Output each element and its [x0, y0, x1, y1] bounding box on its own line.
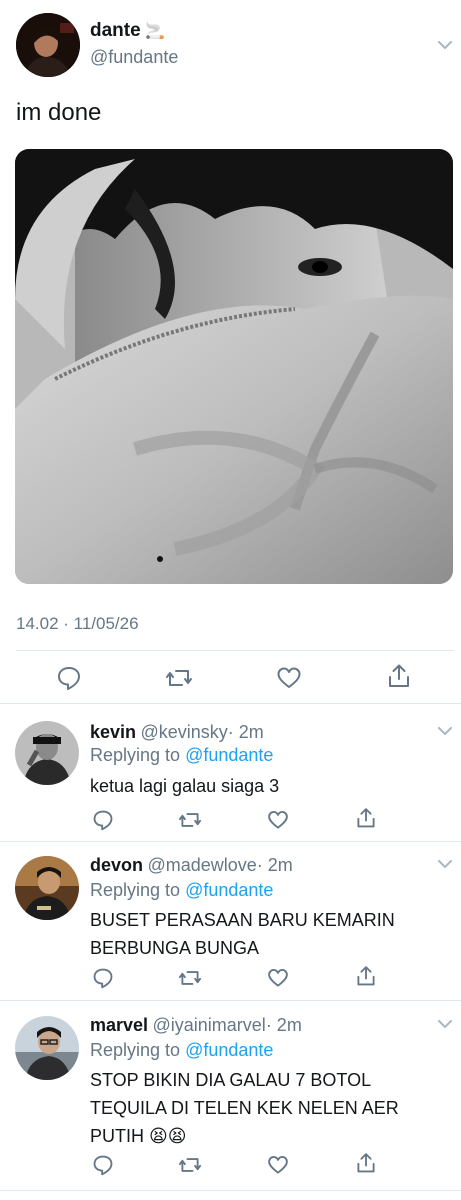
replying-to: Replying to @fundante	[90, 745, 273, 766]
share-icon[interactable]	[355, 965, 377, 987]
retweet-icon[interactable]	[178, 967, 202, 989]
author-handle[interactable]: @fundante	[90, 47, 178, 68]
reply-text-line: STOP BIKIN DIA GALAU 7 BOTOL	[90, 1070, 372, 1090]
replying-to: Replying to @fundante	[90, 1040, 273, 1061]
divider	[0, 703, 461, 704]
reply-author-handle[interactable]: @iyainimarvel	[153, 1015, 266, 1035]
heart-icon[interactable]	[267, 809, 289, 831]
reply-icon[interactable]	[92, 1154, 114, 1176]
reply-author-handle[interactable]: @madewlove	[147, 855, 256, 875]
reply-author-name[interactable]: marvel	[90, 1015, 148, 1035]
author-name-row[interactable]: dante 🚬	[90, 20, 165, 42]
author-avatar[interactable]	[16, 13, 80, 77]
reply-text-line: BUSET PERASAAN BARU KEMARIN	[90, 910, 395, 930]
reply-header: kevin @kevinsky· 2m	[90, 722, 264, 743]
chevron-down-icon[interactable]	[438, 41, 452, 51]
divider	[0, 841, 461, 842]
divider	[0, 1190, 461, 1191]
reply-age: · 2m	[227, 722, 264, 742]
reply-author-name[interactable]: kevin	[90, 722, 136, 742]
reply-author-handle[interactable]: @kevinsky	[140, 722, 227, 742]
avatar[interactable]	[15, 721, 79, 785]
divider	[16, 650, 454, 651]
reply-text-line: ketua lagi galau siaga 3	[90, 776, 280, 796]
retweet-icon[interactable]	[178, 809, 202, 831]
replying-prefix: Replying to	[90, 1040, 186, 1060]
tweet-photo[interactable]	[15, 149, 453, 584]
chevron-down-icon[interactable]	[438, 727, 452, 737]
author-name[interactable]: dante	[90, 20, 141, 41]
share-icon[interactable]	[355, 807, 377, 829]
reply-age: · 2m	[265, 1015, 302, 1035]
reply-text: STOP BIKIN DIA GALAU 7 BOTOL TEQUILA DI …	[90, 1066, 399, 1150]
avatar[interactable]	[15, 1016, 79, 1080]
tweet-timestamp[interactable]: 14.02 · 11/05/26	[16, 614, 139, 634]
divider	[0, 1000, 461, 1001]
share-icon[interactable]	[355, 1152, 377, 1174]
reply-age: · 2m	[256, 855, 293, 875]
reply-icon[interactable]	[92, 967, 114, 989]
reply-icon[interactable]	[56, 665, 82, 691]
retweet-icon[interactable]	[178, 1154, 202, 1176]
replying-to-link[interactable]: @fundante	[185, 745, 273, 765]
tweet-text: im done	[16, 99, 102, 126]
reply-text: BUSET PERASAAN BARU KEMARIN BERBUNGA BUN…	[90, 906, 395, 962]
share-icon[interactable]	[386, 663, 412, 689]
reply-author-name[interactable]: devon	[90, 855, 143, 875]
chevron-down-icon[interactable]	[438, 860, 452, 870]
chevron-down-icon[interactable]	[438, 1020, 452, 1030]
reply-text: ketua lagi galau siaga 3	[90, 772, 279, 800]
replying-prefix: Replying to	[90, 880, 186, 900]
replying-prefix: Replying to	[90, 745, 186, 765]
replying-to: Replying to @fundante	[90, 880, 273, 901]
reply-text-line: BERBUNGA BUNGA	[90, 938, 260, 958]
retweet-icon[interactable]	[165, 665, 192, 691]
heart-icon[interactable]	[276, 665, 302, 691]
replying-to-link[interactable]: @fundante	[185, 880, 273, 900]
reply-header: devon @madewlove· 2m	[90, 855, 293, 876]
avatar[interactable]	[15, 856, 79, 920]
reply-text-line: TEQUILA DI TELEN KEK NELEN AER	[90, 1098, 399, 1118]
replying-to-link[interactable]: @fundante	[185, 1040, 273, 1060]
heart-icon[interactable]	[267, 1154, 289, 1176]
reply-icon[interactable]	[92, 809, 114, 831]
heart-icon[interactable]	[267, 967, 289, 989]
reply-text-line: PUTIH 😫😫	[90, 1126, 187, 1146]
cigarette-emoji: 🚬	[145, 23, 166, 40]
reply-header: marvel @iyainimarvel· 2m	[90, 1015, 302, 1036]
